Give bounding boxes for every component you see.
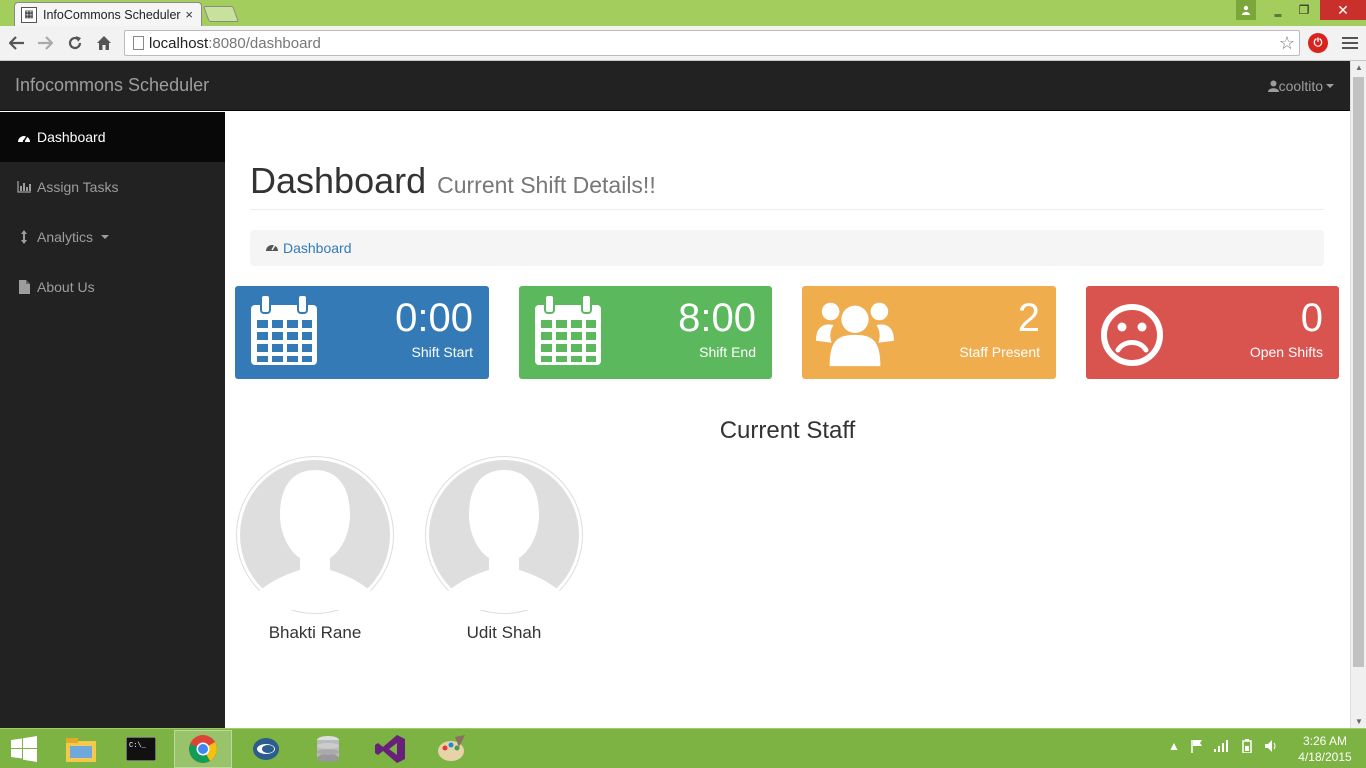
calendar-icon xyxy=(251,295,317,365)
new-tab-button[interactable] xyxy=(203,6,239,22)
address-bar[interactable]: localhost:8080/dashboard ☆ xyxy=(124,30,1300,56)
page-viewport: Infocommons Scheduler cooltito Dashboard… xyxy=(0,61,1350,728)
avatar xyxy=(425,456,583,614)
breadcrumb: Dashboard xyxy=(250,230,1324,266)
network-signal-icon[interactable] xyxy=(1213,740,1230,752)
page-subtitle: Current Shift Details!! xyxy=(437,172,656,198)
sidebar-item-label: Analytics xyxy=(37,229,94,245)
arrows-v-icon xyxy=(16,230,32,244)
close-window-button[interactable]: ✕ xyxy=(1320,0,1366,20)
page-favicon-icon: ▦ xyxy=(21,6,37,23)
url-path: :8080/dashboard xyxy=(208,34,321,52)
shift-end-panel: 8:00 Shift End xyxy=(519,286,772,379)
eclipse-icon[interactable] xyxy=(237,730,295,768)
sidebar-item-label: Assign Tasks xyxy=(37,179,119,195)
svg-text:C:\_: C:\_ xyxy=(129,742,147,750)
person-silhouette-icon xyxy=(240,460,390,610)
caret-down-icon xyxy=(101,235,110,239)
staff-name: Bhakti Rane xyxy=(268,623,362,642)
sidebar-item-about-us[interactable]: About Us xyxy=(0,262,225,312)
scrollbar-thumb[interactable] xyxy=(1353,77,1364,667)
user-profile-icon[interactable] xyxy=(1236,0,1256,20)
browser-menu-icon[interactable] xyxy=(1340,33,1360,53)
database-icon[interactable] xyxy=(299,730,357,768)
open-shifts-label: Open Shifts xyxy=(1249,344,1323,360)
reload-icon[interactable] xyxy=(64,31,86,55)
taskbar-clock[interactable]: 3:26 AM 4/18/2015 xyxy=(1290,733,1360,765)
app-brand[interactable]: Infocommons Scheduler xyxy=(15,75,209,96)
clock-date: 4/18/2015 xyxy=(1298,750,1352,764)
current-staff-heading: Current Staff xyxy=(719,417,856,444)
users-icon xyxy=(816,302,894,367)
bookmark-star-icon[interactable]: ☆ xyxy=(1279,33,1295,54)
clock-time: 3:26 AM xyxy=(1302,734,1348,748)
file-explorer-icon[interactable] xyxy=(52,730,110,768)
sidebar-item-dashboard[interactable]: Dashboard xyxy=(0,112,225,162)
visual-studio-icon[interactable] xyxy=(361,730,419,768)
sidebar: Dashboard Assign Tasks Analytics About U… xyxy=(0,112,225,728)
sidebar-item-label: Dashboard xyxy=(37,129,106,145)
scroll-up-icon[interactable]: ▲ xyxy=(1355,63,1363,72)
shift-end-value: 8:00 xyxy=(678,296,756,340)
tab-close-icon[interactable]: × xyxy=(185,7,193,22)
tab-title: InfoCommons Scheduler xyxy=(43,7,181,22)
sidebar-item-label: About Us xyxy=(37,279,95,295)
main-content: Dashboard Current Shift Details!! Dashbo… xyxy=(225,112,1350,728)
scroll-down-icon[interactable]: ▼ xyxy=(1355,717,1363,726)
shift-start-panel: 0:00 Shift Start xyxy=(235,286,489,379)
dashboard-icon xyxy=(265,241,279,255)
top-navbar: Infocommons Scheduler cooltito xyxy=(0,61,1350,111)
frown-icon xyxy=(1101,304,1163,366)
avatar xyxy=(236,456,394,614)
staff-card[interactable]: Udit Shah xyxy=(424,456,584,643)
volume-icon[interactable] xyxy=(1264,739,1278,753)
open-shifts-panel: 0 Open Shifts xyxy=(1086,286,1339,379)
url-host: localhost xyxy=(149,34,209,52)
extension-icon[interactable]: ⏻ xyxy=(1308,33,1328,53)
command-prompt-icon[interactable]: C:\_ xyxy=(112,730,170,768)
calendar-icon xyxy=(535,295,601,365)
browser-tabstrip: ▦ InfoCommons Scheduler × ‗ ❐ ✕ xyxy=(0,0,1366,26)
page-scrollbar[interactable]: ▲ ▼ xyxy=(1350,61,1366,728)
battery-icon[interactable] xyxy=(1240,739,1254,753)
file-icon xyxy=(16,280,32,294)
system-tray: ▲ xyxy=(1168,739,1278,753)
forward-arrow-icon[interactable] xyxy=(34,31,56,55)
open-shifts-value: 0 xyxy=(1300,296,1323,340)
user-icon xyxy=(1267,80,1279,92)
bar-chart-icon xyxy=(16,181,32,193)
staff-present-panel: 2 Staff Present xyxy=(802,286,1056,379)
minimize-button[interactable]: ‗ xyxy=(1266,0,1290,20)
windows-start-icon[interactable] xyxy=(0,730,48,768)
staff-card[interactable]: Bhakti Rane xyxy=(235,456,395,643)
chrome-icon[interactable] xyxy=(174,730,232,768)
show-hidden-icons-icon[interactable]: ▲ xyxy=(1168,739,1180,753)
shift-end-label: Shift End xyxy=(699,344,756,360)
page-icon xyxy=(133,36,144,50)
page-header: Dashboard Current Shift Details!! xyxy=(250,160,1324,210)
action-center-flag-icon[interactable] xyxy=(1190,739,1204,753)
caret-down-icon xyxy=(1326,84,1334,88)
staff-present-value: 2 xyxy=(1017,296,1040,340)
sidebar-item-analytics[interactable]: Analytics xyxy=(0,212,225,262)
username: cooltito xyxy=(1278,78,1323,94)
page-title: Dashboard xyxy=(250,160,427,201)
windows-taskbar: C:\_ ▲ 3:26 AM 4/18/2015 xyxy=(0,728,1366,768)
browser-tab[interactable]: ▦ InfoCommons Scheduler × xyxy=(14,2,202,26)
sidebar-item-assign-tasks[interactable]: Assign Tasks xyxy=(0,162,225,212)
shift-start-label: Shift Start xyxy=(411,344,473,360)
breadcrumb-dashboard-link[interactable]: Dashboard xyxy=(283,240,352,256)
staff-present-label: Staff Present xyxy=(959,344,1040,360)
user-dropdown[interactable]: cooltito xyxy=(1267,78,1334,94)
paint-icon[interactable] xyxy=(423,730,481,768)
shift-start-value: 0:00 xyxy=(395,296,473,340)
back-arrow-icon[interactable] xyxy=(6,31,28,55)
browser-toolbar: localhost:8080/dashboard ☆ ⏻ xyxy=(0,26,1366,61)
staff-name: Udit Shah xyxy=(466,623,542,642)
home-icon[interactable] xyxy=(93,31,115,55)
person-silhouette-icon xyxy=(429,460,579,610)
maximize-button[interactable]: ❐ xyxy=(1292,0,1316,20)
dashboard-icon xyxy=(16,132,32,143)
